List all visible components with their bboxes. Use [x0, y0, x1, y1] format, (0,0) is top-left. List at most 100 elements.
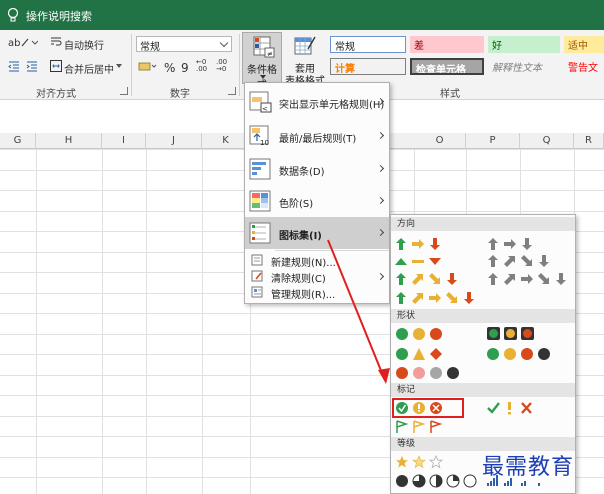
comma-button[interactable]: 9 [181, 61, 189, 75]
style-warning[interactable]: 警告文 [564, 58, 604, 75]
icon-set-4-traffic-lights[interactable] [487, 348, 550, 360]
styles-group-label: 样式 [440, 89, 460, 100]
new-rule-icon [251, 254, 263, 266]
grid-column-line [146, 149, 147, 494]
column-header-o[interactable]: O [414, 133, 466, 149]
menu-item-top-bottom-rules[interactable]: 10 最前/最后规则(T) [245, 119, 389, 153]
icon-set-3-arrows[interactable] [396, 238, 440, 250]
number-launcher-icon[interactable] [228, 87, 236, 95]
menu-item-color-scales[interactable]: 色阶(S) [245, 185, 389, 217]
column-header-h[interactable]: H [36, 133, 102, 149]
icon-set-5-arrows-gray[interactable] [488, 273, 566, 285]
menu-item-data-bars[interactable]: 数据条(D) [245, 153, 389, 185]
highlight-rules-icon: < [249, 91, 272, 113]
style-normal-label: 常规 [335, 42, 355, 53]
increase-decimal-button[interactable]: ←0 .00 [196, 59, 212, 73]
conditional-format-menu: < 突出显示单元格规则(H) 10 最前/最后规则(T) 数据条(D) 色阶(S… [244, 82, 390, 304]
style-good[interactable]: 好 [488, 36, 560, 53]
number-format-value: 常规 [140, 42, 160, 53]
icon-sets-icon [249, 222, 271, 244]
decrease-decimal-button[interactable]: .00 →0 [216, 59, 234, 73]
icon-set-3-symbols-circled[interactable] [396, 402, 442, 414]
icon-set-4-arrows-gray[interactable] [488, 255, 549, 267]
data-bars-icon [249, 158, 271, 180]
conditional-format-icon: ≠ [253, 36, 275, 58]
style-neutral-label: 适中 [568, 41, 588, 52]
indent-decrease-icon[interactable] [8, 60, 20, 72]
menu-label: 图标集(I) [279, 231, 322, 242]
indent-increase-icon[interactable] [26, 60, 38, 72]
menu-item-icon-sets[interactable]: 图标集(I) [245, 217, 389, 249]
manage-rules-icon [251, 286, 263, 298]
column-header-r[interactable]: R [574, 133, 604, 149]
icon-set-5-quarters[interactable] [396, 474, 477, 488]
title-bar: 操作说明搜索 [0, 0, 604, 30]
icon-set-3-traffic-lights[interactable] [396, 328, 442, 340]
style-bad[interactable]: 差 [410, 36, 484, 53]
style-check-cell[interactable]: 检查单元格 [410, 58, 484, 75]
style-explanatory[interactable]: 解释性文本 [488, 58, 560, 75]
column-header-k[interactable]: K [202, 133, 250, 149]
column-header-j[interactable]: J [146, 133, 202, 149]
grid-column-line [36, 149, 37, 494]
icon-set-3-arrows-gray[interactable] [488, 238, 532, 250]
menu-separator [275, 250, 389, 251]
menu-label: 突出显示单元格规则(H) [279, 100, 385, 111]
format-as-table-button[interactable]: 套用 表格格式 [284, 32, 326, 87]
svg-text:<: < [262, 105, 268, 113]
chevron-down-icon [260, 75, 266, 79]
icon-set-3-traffic-lights-rimmed[interactable] [487, 327, 534, 340]
group-separator [239, 34, 240, 96]
column-header-g[interactable]: G [0, 133, 36, 149]
column-header-p[interactable]: P [466, 133, 520, 149]
menu-label: 最前/最后规则(T) [279, 134, 357, 145]
style-normal[interactable]: 常规 [330, 36, 406, 53]
percent-button[interactable]: % [164, 61, 175, 75]
menu-item-new-rule[interactable]: 新建规则(N)... [245, 252, 389, 269]
menu-item-clear-rules[interactable]: 清除规则(C) [245, 268, 389, 285]
chevron-right-icon [376, 131, 385, 140]
color-scales-icon [249, 190, 271, 212]
icon-set-3-signs[interactable] [396, 348, 442, 360]
menu-label: 清除规则(C) [271, 274, 326, 285]
alignment-group-label: 对齐方式 [36, 89, 76, 100]
style-warning-label: 警告文 [568, 63, 598, 74]
menu-label: 新建规则(N)... [271, 258, 336, 269]
grid-column-line [202, 149, 203, 494]
menu-label: 色阶(S) [279, 199, 314, 210]
number-group-label: 数字 [170, 89, 190, 100]
style-neutral[interactable]: 适中 [564, 36, 604, 53]
svg-text:10: 10 [260, 139, 269, 147]
icon-set-3-symbols[interactable] [487, 402, 532, 415]
wrap-text-button[interactable]: 自动换行 [64, 37, 104, 52]
style-calculation[interactable]: 计算 [330, 58, 406, 75]
column-header-q[interactable]: Q [520, 133, 574, 149]
merge-center-icon [50, 60, 62, 72]
menu-item-manage-rules[interactable]: 管理规则(R)... [245, 284, 389, 301]
style-explanatory-label: 解释性文本 [492, 63, 542, 74]
column-header-i[interactable]: I [102, 133, 146, 149]
alignment-launcher-icon[interactable] [120, 87, 128, 95]
merge-center-button[interactable]: 合并后居中 [64, 61, 114, 76]
format-table-icon [294, 36, 316, 55]
chevron-down-icon[interactable] [116, 64, 122, 69]
icon-set-4-arrows[interactable] [396, 273, 457, 285]
svg-text:ab: ab [8, 38, 20, 48]
menu-label: 数据条(D) [279, 167, 325, 178]
icon-set-4-red-to-black[interactable] [396, 367, 459, 379]
menu-item-highlight-rules[interactable]: < 突出显示单元格规则(H) [245, 85, 389, 119]
conditional-format-button[interactable]: ≠ 条件格式 [242, 32, 282, 91]
search-tip[interactable]: 操作说明搜索 [26, 8, 92, 24]
icon-set-5-arrows[interactable] [396, 292, 474, 304]
icon-set-3-flags[interactable] [396, 420, 441, 434]
lightbulb-icon [7, 7, 19, 22]
clear-rules-icon [251, 270, 263, 282]
icon-set-3-stars[interactable] [396, 455, 443, 469]
number-format-combo[interactable]: 常规 [136, 36, 232, 53]
top-bottom-rules-icon: 10 [249, 125, 269, 147]
orientation-icon[interactable]: ab [8, 36, 38, 48]
icon-set-3-triangles[interactable] [395, 258, 441, 265]
style-check-cell-label: 检查单元格 [416, 65, 466, 75]
style-good-label: 好 [492, 41, 502, 52]
currency-icon[interactable] [138, 60, 158, 74]
